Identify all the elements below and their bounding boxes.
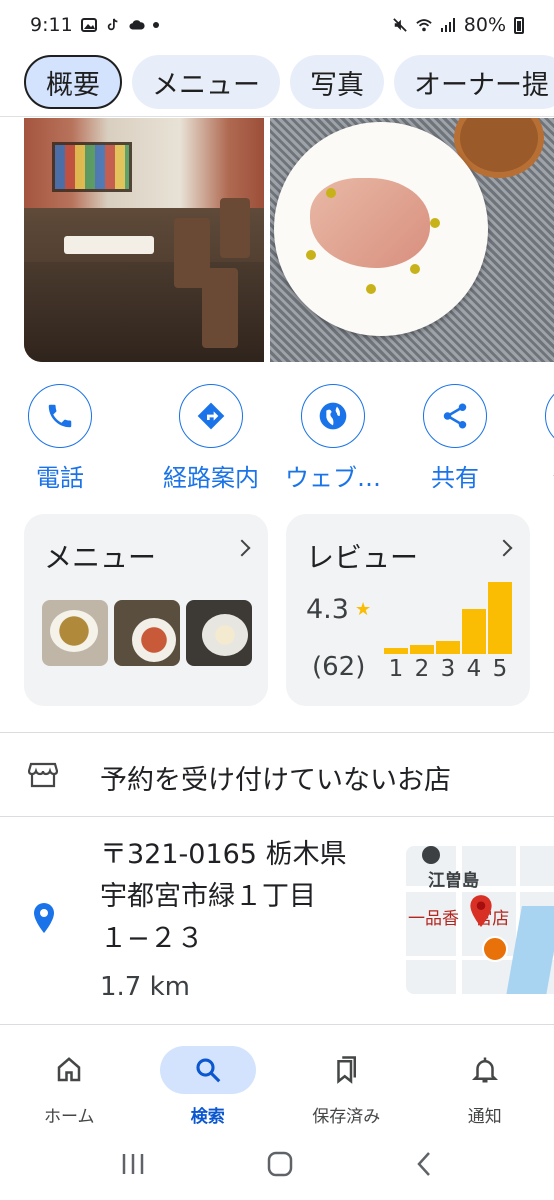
reservation-text: 予約を受け付けていないお店: [100, 765, 451, 796]
home-icon: [58, 1057, 81, 1082]
menu-card[interactable]: メニュー: [24, 514, 268, 706]
tab-photos[interactable]: 写真: [290, 55, 384, 109]
website-button[interactable]: ウェブ…: [272, 384, 394, 494]
map-label: 一品香 宮店: [408, 909, 510, 929]
battery-icon: [514, 16, 524, 34]
search-icon: [196, 1058, 221, 1083]
bell-icon: [471, 1057, 498, 1083]
map-label: 江曽島: [428, 871, 479, 891]
nav-saved[interactable]: 保存済み: [277, 1038, 416, 1138]
cloud-icon: [129, 20, 145, 30]
saved-icon: [337, 1056, 357, 1084]
action-row: 電話 経路案内 ウェブ… 共有 保存: [28, 384, 554, 494]
dish-photo[interactable]: [270, 118, 554, 362]
phone-icon: [28, 384, 92, 448]
address-text: 〒321-0165 栃木県 宇都宮市緑１丁目 １−２３: [100, 834, 347, 960]
distance: 1.7 km: [100, 972, 190, 1002]
nav-search-label: 検索: [190, 1107, 225, 1127]
tab-owner[interactable]: オーナー提: [394, 55, 554, 109]
reservation-row: 予約を受け付けていないお店: [0, 744, 554, 806]
share-icon: [423, 384, 487, 448]
photo-strip: [24, 118, 554, 362]
wifi-icon: [416, 19, 432, 32]
directions-icon: [179, 384, 243, 448]
section-divider: [0, 1024, 554, 1025]
menu-thumbnail[interactable]: [42, 600, 108, 666]
tiktok-icon: [107, 18, 118, 31]
restaurant-icon: [482, 936, 508, 962]
transit-station-icon: [422, 846, 440, 864]
nav-notifications-label: 通知: [467, 1107, 502, 1127]
address-line: １−２３: [100, 923, 204, 954]
mini-map[interactable]: 江曽島 一品香 宮店: [406, 846, 554, 994]
review-count: (62): [312, 652, 366, 682]
review-card[interactable]: レビュー 4.3 ★ (62) 1 2 3 4 5: [286, 514, 530, 706]
rating: 4.3 ★: [306, 594, 371, 625]
section-divider: [0, 816, 554, 817]
back-icon[interactable]: [414, 1151, 434, 1177]
bar-label-3: 3: [440, 656, 456, 682]
call-label: 電話: [36, 464, 84, 492]
rating-bar-3: [436, 641, 460, 654]
menu-thumbnail[interactable]: [114, 600, 180, 666]
gallery-icon: [80, 18, 97, 32]
tabs-divider: [0, 116, 554, 117]
tab-menu[interactable]: メニュー: [132, 55, 280, 109]
directions-button[interactable]: 経路案内: [150, 384, 272, 494]
share-label: 共有: [431, 464, 479, 492]
rating-bar-labels: 1 2 3 4 5: [384, 656, 512, 682]
status-bar: 9:11 80%: [0, 0, 554, 50]
bottom-navigation: ホーム 検索 保存済み 通知: [0, 1038, 554, 1138]
nav-search[interactable]: 検索: [139, 1038, 278, 1138]
save-button[interactable]: 保存: [516, 384, 554, 494]
globe-icon: [301, 384, 365, 448]
signal-icon: [440, 18, 455, 32]
nav-home[interactable]: ホーム: [0, 1038, 139, 1138]
section-divider: [0, 732, 554, 733]
rating-value: 4.3: [306, 594, 349, 625]
location-pin-icon: [34, 903, 54, 933]
bar-label-2: 2: [414, 656, 430, 682]
rating-bar-5: [488, 582, 512, 654]
rating-bar-2: [410, 645, 434, 654]
home-button-icon[interactable]: [267, 1151, 293, 1177]
review-card-title: レビュー: [306, 541, 419, 574]
place-tabs: 概要 メニュー 写真 オーナー提: [0, 50, 554, 114]
notification-dot-icon: [152, 22, 159, 28]
recent-apps-icon[interactable]: [120, 1152, 146, 1176]
nav-home-label: ホーム: [44, 1107, 95, 1127]
mute-icon: [393, 18, 407, 32]
rating-bar-1: [384, 648, 408, 654]
chevron-right-icon: [495, 539, 513, 557]
tab-overview[interactable]: 概要: [24, 55, 122, 109]
chevron-right-icon: [233, 539, 251, 557]
directions-label: 経路案内: [163, 464, 259, 492]
battery-percent: 80%: [463, 14, 506, 36]
website-label: ウェブ…: [285, 464, 381, 492]
address-line: 宇都宮市緑１丁目: [100, 881, 316, 912]
bookmark-icon: [545, 384, 554, 448]
bar-label-4: 4: [466, 656, 482, 682]
nav-saved-label: 保存済み: [312, 1107, 381, 1127]
bar-label-1: 1: [388, 656, 404, 682]
nav-notifications[interactable]: 通知: [416, 1038, 554, 1138]
call-button[interactable]: 電話: [28, 384, 92, 494]
system-navigation: [0, 1138, 554, 1190]
address-row[interactable]: 〒321-0165 栃木県 宇都宮市緑１丁目 １−２３ 1.7 km 江曽島 一…: [0, 830, 554, 1016]
map-pin-icon: [470, 895, 492, 927]
address-line: 〒321-0165 栃木県: [100, 839, 347, 870]
menu-thumbnail[interactable]: [186, 600, 252, 666]
interior-photo[interactable]: [24, 118, 264, 362]
share-button[interactable]: 共有: [394, 384, 516, 494]
bar-label-5: 5: [492, 656, 508, 682]
menu-thumbnails: [42, 600, 252, 666]
rating-bar-4: [462, 609, 486, 654]
star-icon: ★: [354, 599, 372, 620]
status-time: 9:11: [30, 14, 73, 36]
storefront-icon: [28, 762, 58, 788]
rating-distribution: [384, 578, 512, 654]
menu-card-title: メニュー: [44, 541, 157, 574]
